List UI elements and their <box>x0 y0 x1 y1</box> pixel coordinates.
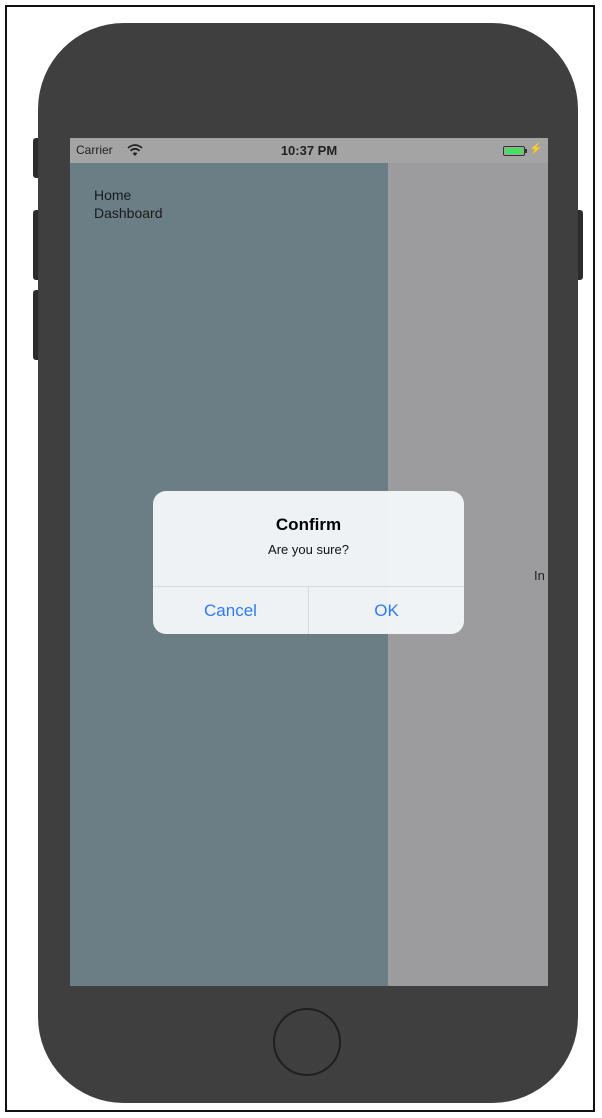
battery-icon <box>503 146 525 156</box>
battery-level <box>505 148 523 154</box>
device-screen: Carrier 10:37 PM ⚡ Home Dashboard In Con… <box>70 138 548 986</box>
main-content-peek-text: In <box>534 568 545 583</box>
battery-nub <box>525 149 527 153</box>
confirm-alert-dialog: Confirm Are you sure? Cancel OK <box>153 491 464 634</box>
cancel-button[interactable]: Cancel <box>153 587 308 634</box>
drawer-item-home[interactable]: Home <box>94 187 131 203</box>
status-bar: Carrier 10:37 PM ⚡ <box>70 138 548 163</box>
home-button[interactable] <box>273 1008 341 1076</box>
status-time: 10:37 PM <box>280 143 338 158</box>
ok-button[interactable]: OK <box>309 587 464 634</box>
alert-title: Confirm <box>275 515 342 534</box>
alert-message: Are you sure? <box>268 542 349 557</box>
charging-bolt-icon: ⚡ <box>529 143 543 155</box>
drawer-item-dashboard[interactable]: Dashboard <box>94 205 163 221</box>
